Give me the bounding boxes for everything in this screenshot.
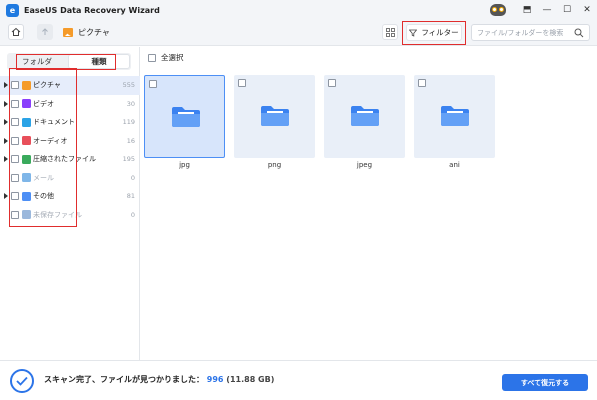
total-size: (11.88 GB)	[226, 375, 275, 384]
folder-icon	[441, 106, 469, 126]
select-all[interactable]: 全選択	[148, 52, 184, 63]
category-count: 119	[122, 118, 135, 127]
highlight-box-categories	[9, 68, 77, 227]
folder-name: jpg	[179, 161, 190, 169]
toolbar: ピクチャ フィルター	[0, 20, 597, 46]
owl-mascot-icon[interactable]	[489, 3, 507, 17]
folder-icon	[351, 106, 379, 126]
search-box[interactable]	[471, 24, 590, 41]
recover-all-button[interactable]: すべて復元する	[502, 374, 588, 391]
highlight-box-filter	[402, 21, 466, 45]
scan-status: スキャン完了、ファイルが見つかりました： 996 (11.88 GB)	[44, 374, 274, 385]
category-count: 16	[126, 136, 135, 145]
category-count: 555	[122, 81, 135, 90]
folder-icon	[261, 106, 289, 126]
minimize-button[interactable]: —	[537, 0, 557, 20]
tile-checkbox[interactable]	[418, 79, 426, 87]
expand-arrow-icon[interactable]	[4, 82, 8, 89]
breadcrumb-label: ピクチャ	[78, 28, 110, 37]
window-controls: ⬒ — ☐ ✕	[489, 0, 597, 20]
tile-checkbox[interactable]	[149, 80, 157, 88]
maximize-button[interactable]: ☐	[557, 0, 577, 20]
search-icon[interactable]	[574, 28, 584, 38]
category-count: 81	[126, 192, 135, 201]
expand-arrow-icon[interactable]	[4, 156, 8, 163]
expand-arrow-icon[interactable]	[4, 193, 8, 200]
folder-name: ani	[449, 161, 460, 169]
folder-name: png	[267, 161, 282, 169]
folder-tile[interactable]	[414, 75, 495, 158]
expand-arrow-icon[interactable]	[4, 100, 8, 107]
breadcrumb: ピクチャ	[63, 27, 110, 38]
folder-name: jpeg	[356, 161, 373, 169]
folder-icon	[172, 107, 200, 127]
home-icon	[11, 27, 21, 36]
category-count: 195	[122, 155, 135, 164]
category-count: 0	[130, 210, 135, 219]
home-button[interactable]	[8, 24, 24, 40]
category-count: 30	[126, 99, 135, 108]
select-all-label: 全選択	[161, 53, 184, 62]
folder-tile[interactable]	[324, 75, 405, 158]
image-icon	[63, 28, 73, 37]
view-toggle-button[interactable]	[382, 24, 398, 40]
file-count: 996	[206, 375, 224, 384]
search-input[interactable]	[477, 28, 577, 37]
folder-tile[interactable]	[144, 75, 225, 158]
grid-view-icon	[385, 27, 395, 37]
close-button[interactable]: ✕	[577, 0, 597, 20]
expand-arrow-icon[interactable]	[4, 137, 8, 144]
app-title: EaseUS Data Recovery Wizard	[24, 5, 160, 15]
category-count: 0	[130, 173, 135, 182]
arrow-up-icon	[42, 28, 48, 35]
title-bar: e EaseUS Data Recovery Wizard ⬒ — ☐ ✕	[0, 0, 597, 20]
expand-arrow-icon[interactable]	[4, 119, 8, 126]
check-circle-icon	[10, 369, 34, 393]
tile-checkbox[interactable]	[238, 79, 246, 87]
app-logo-icon: e	[6, 3, 19, 17]
tile-checkbox[interactable]	[328, 79, 336, 87]
scan-status-text: スキャン完了、ファイルが見つかりました：	[44, 375, 204, 384]
status-bar: スキャン完了、ファイルが見つかりました： 996 (11.88 GB) すべて復…	[0, 360, 597, 400]
folder-tile[interactable]	[234, 75, 315, 158]
back-button[interactable]	[37, 24, 53, 40]
feedback-icon[interactable]: ⬒	[517, 0, 537, 20]
sidebar: フォルダ 種類 ピクチャ 555 ビデオ 30 ドキュメント 119 オーディオ…	[0, 47, 140, 360]
select-all-checkbox[interactable]	[148, 53, 156, 62]
